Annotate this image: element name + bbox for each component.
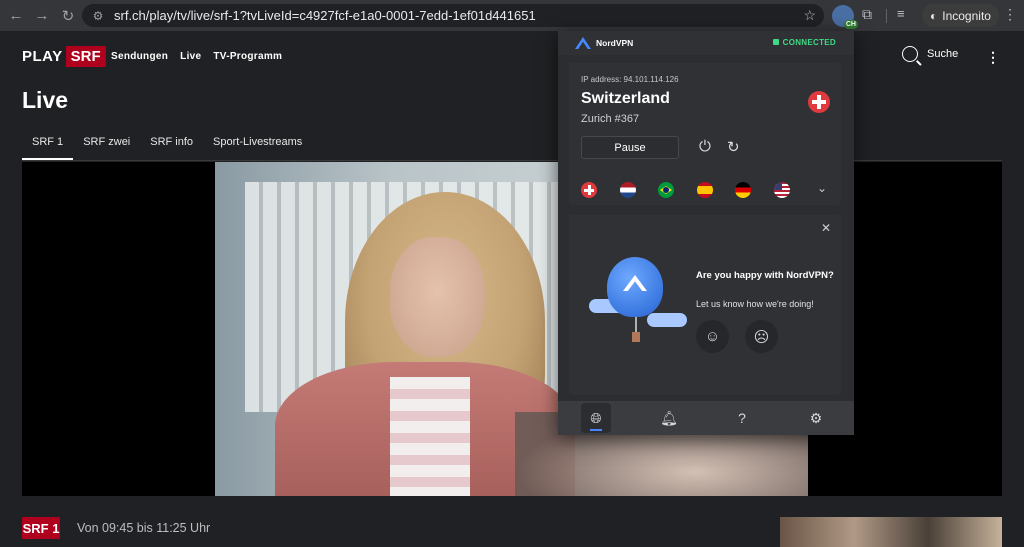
nordvpn-mountain-icon <box>575 37 591 49</box>
settings-gear-icon[interactable]: ⚙ <box>806 408 826 428</box>
incognito-label: Incognito <box>942 8 991 23</box>
srf1-channel-logo: SRF 1 <box>22 517 60 539</box>
incognito-icon: ◐ <box>930 8 938 23</box>
vpn-brand: NordVPN <box>596 38 634 48</box>
flag-germany-icon[interactable] <box>735 182 751 198</box>
power-icon[interactable]: ⏻ <box>699 138 715 155</box>
back-icon[interactable]: ← <box>5 5 27 27</box>
status-text: CONNECTED <box>782 38 836 47</box>
globe-icon[interactable]: 🌐︎ <box>581 403 611 433</box>
connection-card: IP address: 94.101.114.126 Switzerland Z… <box>569 63 841 205</box>
cloud-right <box>647 313 687 327</box>
address-bar[interactable]: ⚙ srf.ch/play/tv/live/srf-1?tvLiveId=c49… <box>82 4 824 27</box>
extensions-icon[interactable]: ⧉ <box>858 6 876 24</box>
search-button[interactable]: Suche <box>902 46 958 62</box>
vpn-bottom-nav: 🌐︎ 🔔︎ ? ⚙ <box>558 401 854 435</box>
video-player[interactable] <box>22 162 1002 496</box>
sad-face-button[interactable]: ☹ <box>745 320 778 353</box>
connection-status: CONNECTED <box>772 38 836 47</box>
flag-switzerland-icon[interactable] <box>581 182 597 198</box>
tab-srf-info[interactable]: SRF info <box>140 136 203 160</box>
nordvpn-logo: NordVPN <box>575 37 633 49</box>
chevron-down-icon[interactable]: ⌄ <box>817 181 827 195</box>
forward-icon[interactable]: → <box>31 5 53 27</box>
help-icon[interactable]: ? <box>732 408 752 428</box>
browser-menu-icon[interactable]: ⋮ <box>1003 6 1017 23</box>
quick-connect-flags: ⌄ <box>569 173 841 203</box>
country-name: Switzerland <box>581 90 670 107</box>
flag-usa-icon[interactable] <box>774 182 790 198</box>
nordvpn-popup: NordVPN CONNECTED IP address: 94.101.114… <box>558 31 854 435</box>
channel-tabs: SRF 1 SRF zwei SRF info Sport-Livestream… <box>22 136 312 160</box>
feedback-title: Are you happy with NordVPN? <box>696 270 834 281</box>
close-icon[interactable]: ✕ <box>821 221 831 235</box>
site-menu-icon[interactable]: ⋮ <box>986 49 1000 66</box>
play-srf-logo[interactable]: PLAY SRF <box>22 46 106 67</box>
reload-icon[interactable]: ↻ <box>57 5 79 27</box>
flag-netherlands-icon[interactable] <box>620 182 636 198</box>
search-icon <box>902 46 918 62</box>
flag-spain-icon[interactable] <box>697 182 713 198</box>
vpn-country-badge: CH <box>843 20 858 29</box>
nav-live[interactable]: Live <box>180 51 201 62</box>
tab-srf-1[interactable]: SRF 1 <box>22 136 74 160</box>
srf-page: PLAY SRF Sendungen Live TV-Programm Such… <box>0 31 1024 547</box>
pause-button[interactable]: Pause <box>581 136 679 159</box>
feedback-card: ✕ Are you happy with NordVPN? Let us kno… <box>569 215 841 395</box>
switzerland-flag-icon <box>808 91 830 113</box>
lock-icon <box>772 39 779 45</box>
search-label: Suche <box>927 48 959 60</box>
tab-sport-livestreams[interactable]: Sport-Livestreams <box>203 136 312 160</box>
site-info-icon[interactable]: ⚙ <box>88 9 108 23</box>
balloon-illustration-icon <box>589 257 687 353</box>
tab-srf-zwei[interactable]: SRF zwei <box>73 136 140 160</box>
next-program-thumbnail[interactable] <box>780 517 1002 547</box>
media-controls-icon[interactable]: ≡ <box>897 6 905 21</box>
page-title: Live <box>22 87 69 113</box>
happy-face-button[interactable]: ☺ <box>696 320 729 353</box>
feedback-subtitle: Let us know how we're doing! <box>696 299 814 309</box>
balloon-basket <box>632 332 640 342</box>
main-nav: Sendungen Live TV-Programm <box>111 51 282 62</box>
browser-toolbar: ← → ↻ ⚙ srf.ch/play/tv/live/srf-1?tvLive… <box>0 0 1024 31</box>
program-time: Von 09:45 bis 11:25 Uhr <box>77 521 211 535</box>
flag-brazil-icon[interactable] <box>658 182 674 198</box>
scene-person-shirt <box>390 377 470 496</box>
url-text: srf.ch/play/tv/live/srf-1?tvLiveId=c4927… <box>114 8 536 23</box>
scene-person-face <box>390 237 485 357</box>
reconnect-icon[interactable]: ↻ <box>727 138 743 156</box>
nav-sendungen[interactable]: Sendungen <box>111 51 168 62</box>
notifications-icon[interactable]: 🔔︎ <box>659 408 679 428</box>
toolbar-divider <box>886 9 887 23</box>
nordvpn-extension-icon[interactable]: CH <box>832 5 858 29</box>
balloon-envelope <box>607 257 663 317</box>
vpn-header: NordVPN CONNECTED <box>558 31 854 55</box>
logo-srf-text: SRF <box>65 46 106 67</box>
incognito-indicator[interactable]: ◐ Incognito <box>922 4 999 27</box>
tabs-divider <box>22 160 1002 161</box>
ip-address: IP address: 94.101.114.126 <box>581 75 679 84</box>
bookmark-star-icon[interactable]: ☆ <box>803 7 816 24</box>
balloon-rope <box>635 317 637 332</box>
server-name: Zurich #367 <box>581 113 640 125</box>
nav-tv-programm[interactable]: TV-Programm <box>213 51 282 62</box>
site-header: PLAY SRF Sendungen Live TV-Programm Such… <box>0 31 1024 81</box>
program-info: SRF 1 Von 09:45 bis 11:25 Uhr <box>22 517 210 539</box>
logo-play-text: PLAY <box>22 48 63 65</box>
